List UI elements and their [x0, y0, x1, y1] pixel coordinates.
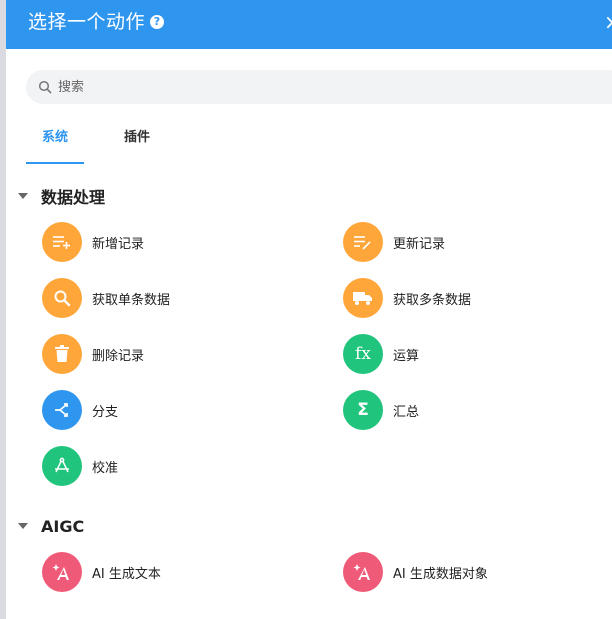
search-box[interactable] — [26, 70, 612, 104]
action-get-multiple[interactable]: 获取多条数据 — [343, 278, 471, 318]
tab-plugin[interactable]: 插件 — [110, 120, 164, 164]
search-input[interactable] — [58, 70, 458, 104]
caret-down-icon — [18, 193, 28, 199]
section-header-aigc[interactable]: AIGC — [18, 515, 84, 537]
action-get-single[interactable]: 获取单条数据 — [42, 278, 170, 318]
trash-icon — [42, 334, 82, 374]
action-calibrate[interactable]: 校准 — [42, 446, 118, 486]
action-label: 新增记录 — [92, 236, 145, 252]
dialog-title: 选择一个动作 — [28, 11, 146, 33]
action-label: 分支 — [92, 404, 119, 420]
action-ai-generate-text[interactable]: AI 生成文本 — [42, 552, 161, 592]
tab-system[interactable]: 系统 — [26, 120, 84, 164]
ai-sparkle-icon — [343, 552, 383, 592]
action-label: AI 生成文本 — [92, 566, 161, 582]
list-add-icon — [42, 222, 82, 262]
action-label: 校准 — [92, 460, 119, 476]
action-compute[interactable]: fx 运算 — [343, 334, 419, 374]
action-delete-record[interactable]: 删除记录 — [42, 334, 144, 374]
left-panel-edge — [0, 0, 6, 619]
list-edit-icon — [343, 222, 383, 262]
action-label: 汇总 — [393, 404, 420, 420]
action-add-record[interactable]: 新增记录 — [42, 222, 144, 262]
branch-icon — [42, 390, 82, 430]
action-summary[interactable]: Σ 汇总 — [343, 390, 419, 430]
action-label: 更新记录 — [393, 236, 446, 252]
action-label: 删除记录 — [92, 348, 145, 364]
fx-icon: fx — [343, 334, 383, 374]
action-label: 获取多条数据 — [393, 292, 472, 308]
sigma-icon: Σ — [343, 390, 383, 430]
truck-icon — [343, 278, 383, 318]
action-branch[interactable]: 分支 — [42, 390, 118, 430]
caret-down-icon — [18, 523, 28, 529]
action-update-record[interactable]: 更新记录 — [343, 222, 445, 262]
action-label: 获取单条数据 — [92, 292, 171, 308]
action-label: 运算 — [393, 348, 420, 364]
question-circle-icon[interactable]: ? — [150, 15, 164, 29]
action-label: AI 生成数据对象 — [393, 566, 488, 582]
search-icon — [42, 278, 82, 318]
calibrate-icon — [42, 446, 82, 486]
close-icon[interactable]: × — [604, 11, 612, 33]
dialog-header: 选择一个动作 ? × — [6, 0, 612, 49]
section-title: AIGC — [41, 516, 85, 536]
section-title: 数据处理 — [41, 188, 106, 207]
ai-sparkle-icon — [42, 552, 82, 592]
search-icon — [38, 80, 52, 94]
action-ai-generate-object[interactable]: AI 生成数据对象 — [343, 552, 488, 592]
section-header-data-processing[interactable]: 数据处理 — [18, 185, 105, 207]
